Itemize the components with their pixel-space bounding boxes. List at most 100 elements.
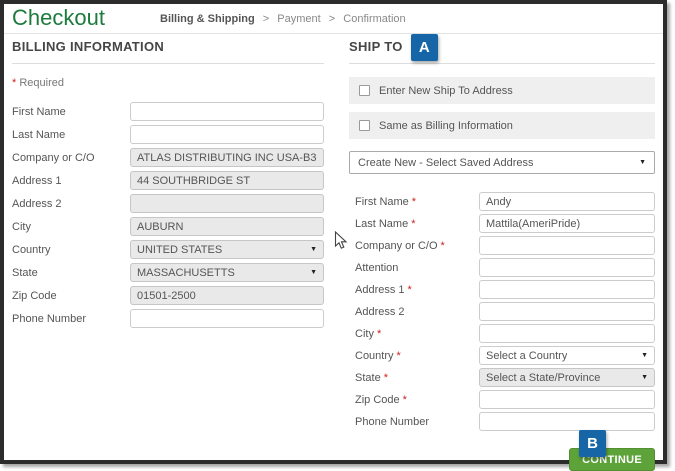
saved-address-value: Create New - Select Saved Address — [358, 156, 534, 169]
shipto-last-name-input[interactable] — [479, 214, 655, 233]
enter-new-shipto-label: Enter New Ship To Address — [379, 84, 513, 97]
field-label-text: Company or C/O — [12, 151, 95, 164]
shipto-zip-code-label: Zip Code * — [349, 394, 479, 406]
billing-phone-number-label: Phone Number — [12, 313, 130, 325]
shipto-phone-number-input[interactable] — [479, 412, 655, 431]
billing-phone-number-input[interactable] — [130, 309, 324, 328]
shipto-country-select[interactable]: Select a Country ▼ — [479, 346, 655, 365]
shipto-section: SHIP TO A Enter New Ship To Address Same… — [349, 34, 655, 471]
form-row: Phone Number — [349, 412, 655, 431]
shipto-city-input[interactable] — [479, 324, 655, 343]
shipto-address-2-input[interactable] — [479, 302, 655, 321]
field-label-text: State — [12, 266, 38, 279]
shipto-phone-number-label: Phone Number — [349, 416, 479, 428]
shipto-zip-code-input[interactable] — [479, 390, 655, 409]
required-asterisk: * — [12, 77, 17, 89]
billing-address-2-label: Address 2 — [12, 198, 130, 210]
field-label-text: Company or C/O — [355, 239, 438, 252]
shipto-address-1-label: Address 1 * — [349, 284, 479, 296]
select-value: Select a State/Province — [486, 371, 601, 384]
field-label-text: Country — [12, 243, 51, 256]
breadcrumb-confirmation: Confirmation — [343, 13, 406, 25]
required-asterisk: * — [440, 239, 445, 252]
shipto-first-name-input[interactable] — [479, 192, 655, 211]
breadcrumb-payment: Payment — [277, 13, 321, 25]
form-row: City * — [349, 324, 655, 343]
page-header: Checkout Billing & Shipping > Payment > … — [4, 4, 663, 34]
form-row: Attention — [349, 258, 655, 277]
required-note-text: Required — [19, 77, 64, 89]
same-as-billing-option[interactable]: Same as Billing Information — [349, 112, 655, 139]
dropdown-arrow-icon: ▼ — [310, 269, 317, 276]
required-note: * Required — [12, 77, 324, 89]
select-value: UNITED STATES — [137, 243, 223, 256]
field-label-text: State — [355, 371, 381, 384]
same-as-billing-checkbox[interactable] — [359, 120, 370, 131]
shipto-state-select: Select a State/Province ▼ — [479, 368, 655, 387]
form-row: Country * Select a Country ▼ — [349, 346, 655, 365]
billing-first-name-input[interactable] — [130, 102, 324, 121]
page-title: Checkout — [12, 5, 105, 30]
form-row: State * Select a State/Province ▼ — [349, 368, 655, 387]
billing-form: First Name Last Name Company or C/O Address… — [12, 102, 324, 328]
dropdown-arrow-icon: ▼ — [310, 246, 317, 253]
select-value: Select a Country — [486, 349, 568, 362]
enter-new-shipto-checkbox[interactable] — [359, 85, 370, 96]
required-asterisk: * — [402, 393, 407, 406]
form-row: Address 1 — [12, 171, 324, 190]
form-row: Company or C/O * — [349, 236, 655, 255]
form-row: Address 1 * — [349, 280, 655, 299]
shipto-last-name-label: Last Name * — [349, 218, 479, 230]
field-label-text: Address 2 — [355, 305, 405, 318]
shipto-attention-input[interactable] — [479, 258, 655, 277]
footer-actions: B CONTINUE — [349, 430, 655, 471]
billing-country-label: Country — [12, 244, 130, 256]
dropdown-arrow-icon: ▼ — [641, 374, 648, 381]
mouse-cursor-icon — [334, 231, 348, 249]
form-row: Phone Number — [12, 309, 324, 328]
billing-address-1-input — [130, 171, 324, 190]
field-label-text: Phone Number — [355, 415, 429, 428]
same-as-billing-label: Same as Billing Information — [379, 119, 513, 132]
required-asterisk: * — [407, 283, 412, 296]
field-label-text: Country — [355, 349, 394, 362]
required-asterisk: * — [376, 327, 382, 340]
field-label-text: City — [12, 220, 31, 233]
breadcrumb-separator: > — [328, 13, 336, 25]
shipto-form: First Name*Last Name*Company or C/O*Atte… — [349, 192, 655, 431]
dropdown-arrow-icon: ▼ — [639, 159, 646, 166]
billing-address-2-input — [130, 194, 324, 213]
shipto-heading: SHIP TO A — [349, 34, 655, 64]
enter-new-shipto-option[interactable]: Enter New Ship To Address — [349, 77, 655, 104]
billing-zip-code-input — [130, 286, 324, 305]
required-asterisk: * — [396, 349, 401, 362]
billing-city-input — [130, 217, 324, 236]
billing-last-name-input[interactable] — [130, 125, 324, 144]
saved-address-select[interactable]: Create New - Select Saved Address ▼ — [349, 151, 655, 174]
form-row: Address 2 — [12, 194, 324, 213]
shipto-address-2-label: Address 2 — [349, 306, 479, 318]
field-label-text: Last Name — [12, 128, 66, 141]
field-label-text: Address 2 — [12, 197, 62, 210]
required-asterisk: * — [411, 217, 416, 230]
form-row: First Name — [12, 102, 324, 121]
breadcrumb-billing-shipping: Billing & Shipping — [160, 13, 255, 25]
form-row: Address 2 — [349, 302, 655, 321]
shipto-state-label: State * — [349, 372, 479, 384]
form-row: Country UNITED STATES ▼ — [12, 240, 324, 259]
form-row: City — [12, 217, 324, 236]
shipto-address-1-input[interactable] — [479, 280, 655, 299]
billing-address-1-label: Address 1 — [12, 175, 130, 187]
breadcrumb: Billing & Shipping > Payment > Confirmat… — [160, 13, 406, 25]
field-label-text: Zip Code — [355, 393, 400, 406]
billing-zip-code-label: Zip Code — [12, 290, 130, 302]
field-label-text: First Name — [355, 195, 409, 208]
billing-company-or-c-o-label: Company or C/O — [12, 152, 130, 164]
callout-a-badge: A — [411, 34, 438, 61]
billing-first-name-label: First Name — [12, 106, 130, 118]
field-label-text: City — [355, 327, 374, 340]
dropdown-arrow-icon: ▼ — [641, 352, 648, 359]
required-asterisk: * — [411, 195, 417, 208]
shipto-company-or-c-o-input[interactable] — [479, 236, 655, 255]
billing-country-select: UNITED STATES ▼ — [130, 240, 324, 259]
